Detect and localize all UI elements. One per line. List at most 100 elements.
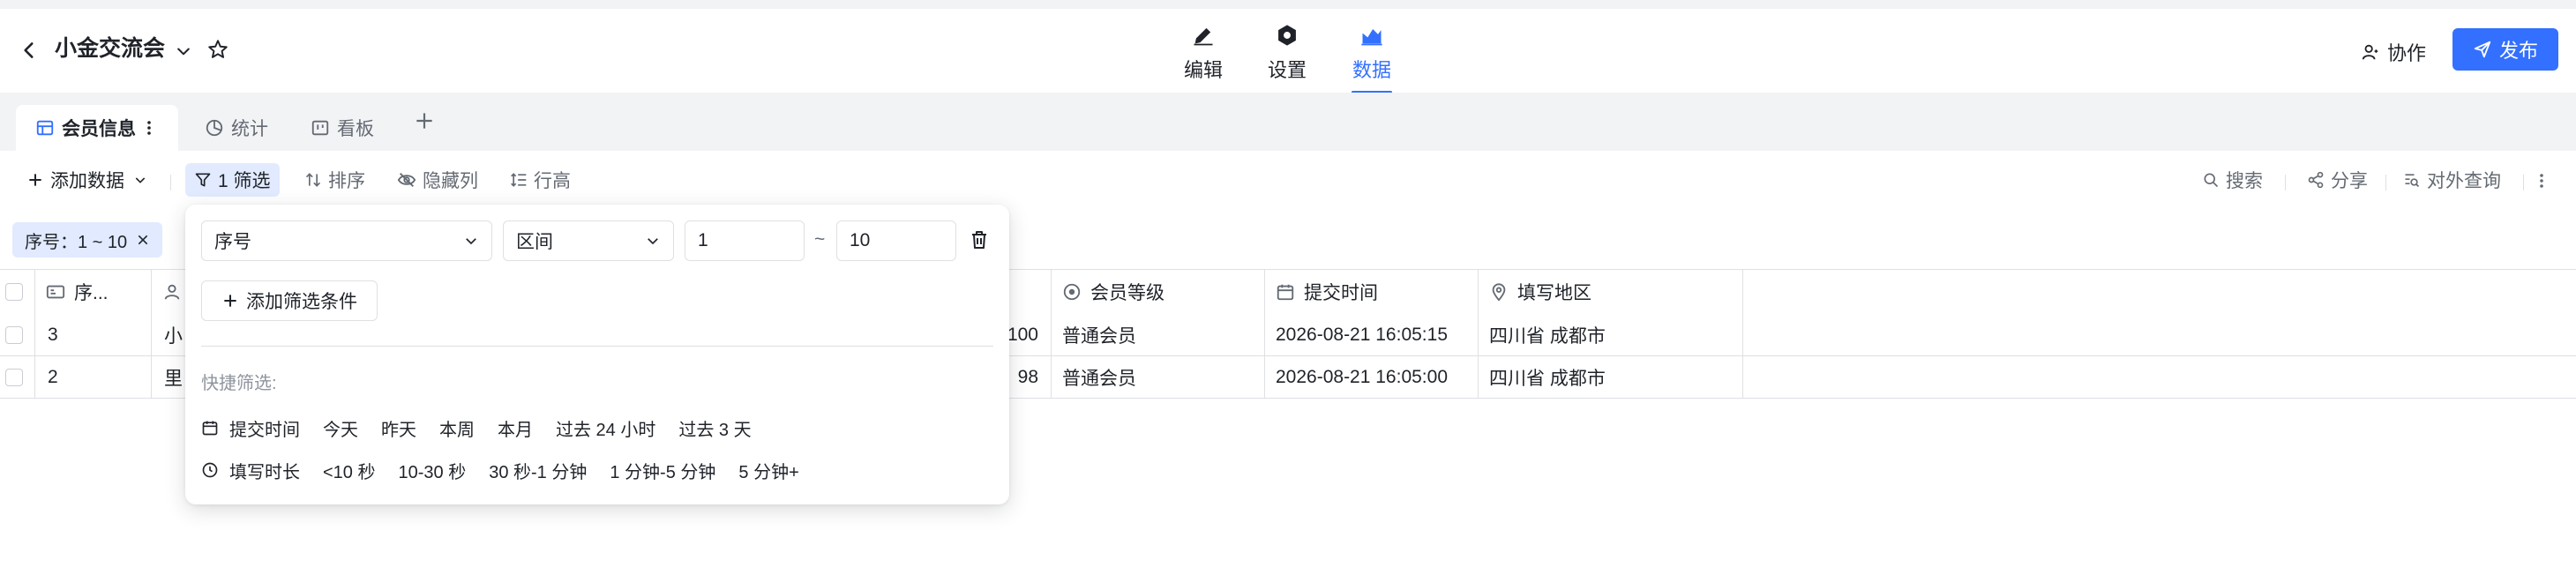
- table-icon: [36, 120, 54, 136]
- filter-range-to-value: 10: [850, 230, 871, 250]
- clock-icon: [202, 462, 218, 478]
- quick-option-past-24h[interactable]: 过去 24 小时: [556, 415, 655, 441]
- seq-cell[interactable]: 3 1: [35, 314, 152, 355]
- filter-field-value: 序号: [214, 232, 251, 252]
- add-data-label: 添加数据: [50, 171, 124, 191]
- quick-option-30s-1m[interactable]: 30 秒-1 分钟: [489, 458, 587, 483]
- plus-icon: [29, 174, 41, 186]
- collaborate-button[interactable]: 协作: [2361, 39, 2426, 65]
- column-header-submit-time-label: 提交时间: [1304, 283, 1378, 303]
- close-icon[interactable]: [136, 233, 150, 247]
- quick-option-this-week[interactable]: 本周: [439, 415, 475, 441]
- row-select-cell[interactable]: [0, 356, 35, 398]
- trash-icon[interactable]: [969, 229, 990, 250]
- calendar-icon: [202, 421, 218, 436]
- settings-icon: [1278, 25, 1296, 46]
- column-header-region[interactable]: 填写地区: [1479, 270, 1743, 314]
- seq-cell[interactable]: 2: [35, 356, 152, 398]
- level-cell[interactable]: 普通会员: [1052, 356, 1265, 398]
- subtab-member-info[interactable]: 会员信息: [16, 105, 178, 151]
- active-filter-chip[interactable]: 序号：1 ~ 10: [12, 222, 163, 258]
- column-header-submit-time[interactable]: 提交时间: [1265, 270, 1479, 314]
- row-select-cell[interactable]: [0, 314, 35, 355]
- subtab-board[interactable]: 看板: [311, 105, 374, 151]
- level-cell[interactable]: 普通会员: [1052, 314, 1265, 355]
- toolbar-divider: [170, 175, 171, 190]
- select-all-cell[interactable]: [0, 270, 35, 314]
- quick-option-yesterday[interactable]: 昨天: [381, 415, 416, 441]
- filter-operator-select[interactable]: 区间: [503, 220, 674, 261]
- filter-range-from-input[interactable]: 1: [685, 220, 805, 261]
- column-header-region-label: 填写地区: [1517, 283, 1591, 303]
- add-filter-condition-label: 添加筛选条件: [246, 292, 357, 312]
- toolbar: [0, 151, 2576, 207]
- submit-time-cell[interactable]: 2026-08-21 16:05:00: [1265, 356, 1479, 398]
- tab-data[interactable]: 数据: [1332, 23, 1412, 93]
- filter-button[interactable]: 1 筛选: [185, 163, 280, 197]
- region-value: 四川省 成都市: [1489, 368, 1606, 389]
- filter-range-to-input[interactable]: 10: [836, 220, 956, 261]
- sort-label: 排序: [328, 171, 365, 191]
- search-icon: [2204, 173, 2219, 188]
- share-button[interactable]: 分享: [2307, 163, 2368, 197]
- sort-button[interactable]: 排序: [304, 163, 365, 197]
- external-query-label: 对外查询: [2427, 171, 2501, 191]
- row-height-icon: [511, 173, 527, 187]
- quick-filter-title: 快捷筛选:: [201, 374, 277, 393]
- quick-filter-duration-row: 填写时长 <10 秒 10-30 秒 30 秒-1 分钟 1 分钟-5 分钟 5…: [201, 457, 822, 483]
- subtab-stats[interactable]: 统计: [205, 105, 268, 151]
- add-filter-condition-button[interactable]: 添加筛选条件: [201, 280, 378, 321]
- seq-value: 3: [48, 324, 58, 345]
- toolbar-divider: [2385, 175, 2386, 190]
- quick-option-this-month[interactable]: 本月: [498, 415, 533, 441]
- sheet-tab-bar: [0, 93, 2576, 151]
- region-cell[interactable]: 四川省 成都市: [1479, 314, 1743, 355]
- add-sheet-plus-icon[interactable]: [413, 109, 436, 132]
- quick-option-under-10s[interactable]: <10 秒: [323, 458, 375, 483]
- submit-time-cell[interactable]: 2026-08-21 16:05:15: [1265, 314, 1479, 355]
- quick-option-past-3d[interactable]: 过去 3 天: [678, 415, 751, 441]
- subtab-board-label: 看板: [337, 119, 374, 139]
- search-button[interactable]: 搜索: [2202, 163, 2263, 197]
- name-value: 小: [164, 325, 183, 347]
- collaborate-label: 协作: [2387, 42, 2427, 64]
- stats-icon: [206, 119, 223, 137]
- score-value: 98: [1017, 366, 1038, 387]
- search-label: 搜索: [2226, 171, 2263, 191]
- tab-settings[interactable]: 设置: [1247, 23, 1327, 83]
- quick-option-today[interactable]: 今天: [323, 415, 358, 441]
- tab-edit[interactable]: 编辑: [1164, 23, 1243, 83]
- hide-columns-button[interactable]: 隐藏列: [397, 163, 478, 197]
- column-header-seq[interactable]: 序...: [35, 270, 152, 314]
- hide-columns-label: 隐藏列: [423, 171, 478, 191]
- star-icon[interactable]: [206, 38, 229, 61]
- quick-option-1m-5m[interactable]: 1 分钟-5 分钟: [610, 458, 715, 483]
- publish-button[interactable]: 发布: [2452, 28, 2558, 71]
- more-vertical-icon[interactable]: [146, 119, 152, 137]
- row-checkbox[interactable]: [5, 368, 23, 386]
- tab-settings-label: 设置: [1267, 59, 1307, 81]
- chevron-down-icon[interactable]: [175, 42, 192, 60]
- row-height-button[interactable]: 行高: [510, 163, 571, 197]
- page-title[interactable]: 小金交流会: [55, 34, 165, 63]
- region-cell[interactable]: 四川省 成都市: [1479, 356, 1743, 398]
- calendar-icon: [1277, 284, 1294, 301]
- quick-option-10-30s[interactable]: 10-30 秒: [398, 458, 466, 483]
- filter-icon: [195, 173, 211, 187]
- data-chart-icon: [1361, 29, 1382, 46]
- filter-field-select[interactable]: 序号: [201, 220, 492, 261]
- row-checkbox[interactable]: [5, 325, 23, 344]
- share-label: 分享: [2331, 171, 2368, 191]
- seq-value: 2: [48, 366, 58, 387]
- select-all-checkbox[interactable]: [5, 283, 23, 301]
- external-query-button[interactable]: 对外查询: [2403, 163, 2501, 197]
- chevron-down-icon: [466, 238, 476, 245]
- add-data-button[interactable]: 添加数据: [26, 163, 154, 197]
- quick-option-5m-plus[interactable]: 5 分钟+: [738, 458, 798, 483]
- more-vertical-icon[interactable]: [2539, 172, 2544, 190]
- column-header-level[interactable]: 会员等级: [1052, 270, 1265, 314]
- query-icon: [2405, 174, 2420, 188]
- users-icon: [2362, 44, 2378, 60]
- back-arrow-icon[interactable]: [18, 39, 41, 62]
- level-value: 普通会员: [1062, 325, 1136, 347]
